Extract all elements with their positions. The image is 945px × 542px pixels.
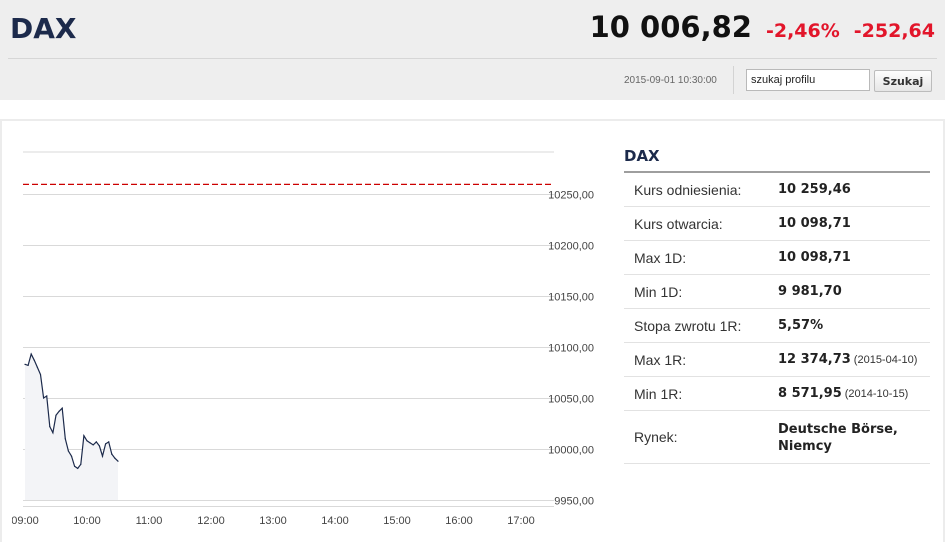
y-tick-label: 10050,00 <box>548 394 594 406</box>
index-title: DAX <box>10 12 77 45</box>
chart-svg: 10250,00 10200,00 10150,00 10100,00 10050,00… <box>12 151 594 527</box>
series-point <box>43 397 45 399</box>
x-tick-label: 09:00 <box>12 515 39 527</box>
info-row: Max 1R: 12 374,73 (2015-04-10) <box>624 343 930 377</box>
info-row: Kurs odniesienia: 10 259,46 <box>624 173 930 207</box>
quote-timestamp: 2015-09-01 10:30:00 <box>624 75 717 86</box>
series-point <box>30 353 32 355</box>
info-label: Min 1D: <box>634 283 683 300</box>
x-tick-label: 14:00 <box>321 515 349 527</box>
series-point <box>70 455 73 457</box>
info-label: Stopa zwrotu 1R: <box>634 317 742 334</box>
info-value: 12 374,73 (2015-04-10) <box>778 352 930 367</box>
info-label: Kurs otwarcia: <box>634 215 723 232</box>
info-value-number: 10 098,71 <box>778 216 851 231</box>
current-price: 10 006,82 <box>589 10 752 44</box>
series-point <box>114 457 116 459</box>
y-tick-label: 10250,00 <box>548 190 594 202</box>
series-point <box>101 455 104 457</box>
y-tick-label: 10000,00 <box>548 445 594 457</box>
series-point <box>61 407 63 409</box>
series-point <box>77 467 79 469</box>
y-tick-label: 10150,00 <box>548 292 594 304</box>
change-absolute: -252,64 <box>853 20 935 42</box>
series-point <box>55 414 57 416</box>
info-row: Max 1D: 10 098,71 <box>624 241 930 275</box>
info-value-date: (2014-10-15) <box>844 388 909 400</box>
series-point <box>67 450 69 452</box>
x-tick-label: 13:00 <box>259 515 287 527</box>
series-point <box>58 410 60 412</box>
info-value-number: 5,57% <box>778 318 824 333</box>
info-label: Min 1R: <box>634 385 683 402</box>
series-point <box>95 441 97 443</box>
header-divider <box>8 58 937 59</box>
info-value: 10 098,71 <box>778 250 930 265</box>
y-tick-label: 10200,00 <box>548 241 594 253</box>
info-label: Max 1R: <box>634 351 687 368</box>
price-row: 10 006,82 -2,46% -252,64 <box>590 10 935 44</box>
intraday-chart: 10250,00 10200,00 10150,00 10100,00 10050,00… <box>12 140 607 542</box>
series-point <box>92 444 94 446</box>
info-row: Min 1D: 9 981,70 <box>624 275 930 309</box>
info-value-number: Deutsche Börse, Niemcy <box>778 422 898 454</box>
series-point <box>49 426 51 428</box>
x-tick-label: 15:00 <box>383 515 411 527</box>
y-tick-label: 10100,00 <box>548 343 594 355</box>
series-point <box>36 366 38 368</box>
series-point <box>24 363 26 365</box>
series-area <box>25 354 118 500</box>
search-button[interactable]: Szukaj <box>874 70 932 92</box>
series-point <box>39 373 42 376</box>
info-value: 10 259,46 <box>778 182 930 197</box>
quote-header: DAX 10 006,82 -2,46% -252,64 2015-09-01 … <box>0 0 945 100</box>
series-point <box>117 460 119 462</box>
info-value-number: 10 259,46 <box>778 182 851 197</box>
vertical-separator <box>733 66 734 94</box>
info-row: Rynek: Deutsche Börse, Niemcy <box>624 411 930 464</box>
x-tick-label: 16:00 <box>445 515 473 527</box>
series-point <box>74 465 76 467</box>
x-tick-label: 12:00 <box>197 515 225 527</box>
series-point <box>52 432 54 434</box>
info-value-date: (2015-04-10) <box>853 354 918 366</box>
info-value: 10 098,71 <box>778 216 930 231</box>
info-row: Kurs otwarcia: 10 098,71 <box>624 207 930 241</box>
info-value: 8 571,95 (2014-10-15) <box>778 386 930 401</box>
series-point <box>83 435 85 437</box>
series-point <box>27 364 29 366</box>
info-value-number: 9 981,70 <box>778 284 842 299</box>
search-input[interactable] <box>746 69 870 91</box>
info-label: Kurs odniesienia: <box>634 181 742 198</box>
info-label: Max 1D: <box>634 249 687 266</box>
info-value: 5,57% <box>778 318 930 333</box>
series-point <box>98 445 100 447</box>
y-tick-label: 9950,00 <box>554 496 594 508</box>
series-point <box>108 441 110 443</box>
info-panel: DAX Kurs odniesienia: 10 259,46 Kurs otwar… <box>624 140 930 464</box>
info-value: Deutsche Börse, Niemcy <box>778 411 930 455</box>
info-table: Kurs odniesienia: 10 259,46 Kurs otwarcia:… <box>624 173 930 464</box>
info-row: Stopa zwrotu 1R: 5,57% <box>624 309 930 343</box>
info-value-number: 10 098,71 <box>778 250 851 265</box>
series-point <box>80 463 82 465</box>
series-point <box>46 395 48 397</box>
change-percent: -2,46% <box>765 20 840 42</box>
series-point <box>111 453 113 455</box>
x-tick-label: 17:00 <box>507 515 535 527</box>
info-value-number: 12 374,73 <box>778 352 851 367</box>
x-tick-label: 11:00 <box>136 515 163 527</box>
series-point <box>89 442 91 444</box>
series-point <box>33 359 35 361</box>
series-point <box>86 440 88 442</box>
info-row: Min 1R: 8 571,95 (2014-10-15) <box>624 377 930 411</box>
series-point <box>64 438 66 440</box>
x-tick-label: 10:00 <box>73 515 101 527</box>
info-value-number: 8 571,95 <box>778 386 842 401</box>
series-point <box>105 443 107 445</box>
info-title: DAX <box>624 140 930 173</box>
info-label: Rynek: <box>634 429 678 445</box>
info-value: 9 981,70 <box>778 284 930 299</box>
